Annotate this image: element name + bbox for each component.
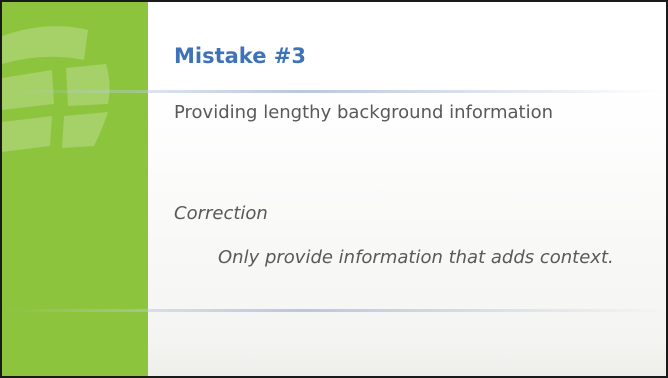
correction-text: Only provide information that adds conte… (218, 247, 614, 268)
bottom-divider (2, 309, 666, 312)
globe-segments-icon (2, 26, 110, 152)
body-band (148, 90, 666, 376)
correction-label: Correction (174, 203, 268, 224)
mistake-description: Providing lengthy background information (174, 102, 554, 123)
presentation-slide: Mistake #3 Providing lengthy background … (0, 0, 668, 378)
top-divider (2, 90, 666, 93)
slide-title: Mistake #3 (174, 44, 306, 68)
left-accent-bar (2, 2, 148, 376)
